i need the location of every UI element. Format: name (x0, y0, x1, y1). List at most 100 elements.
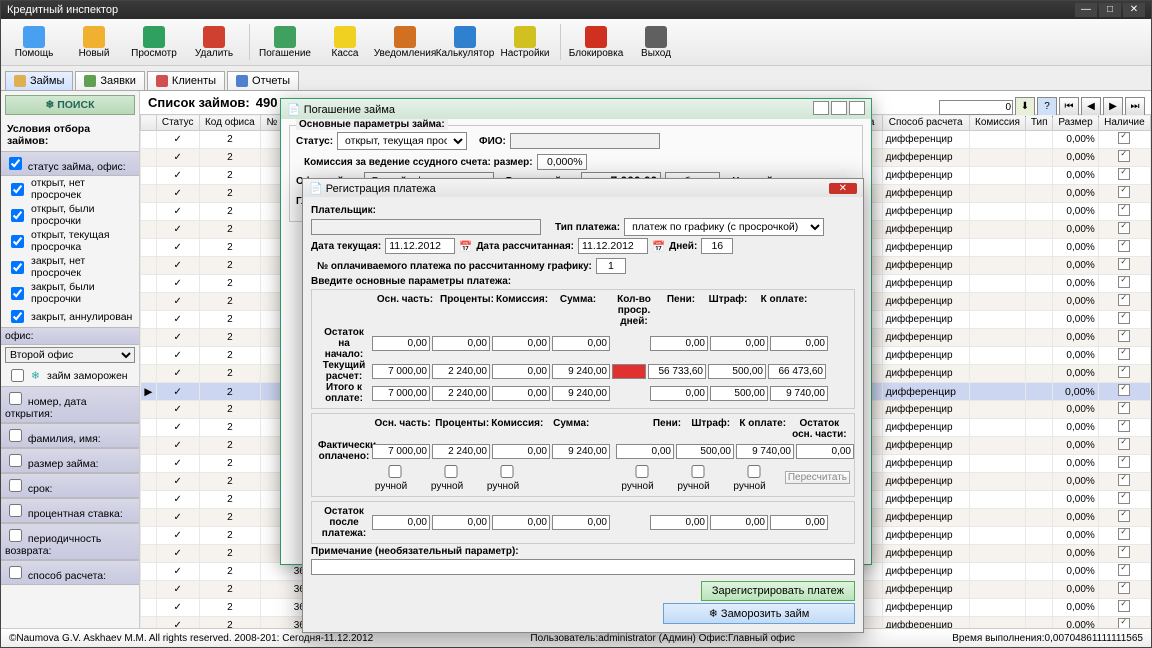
calc-field[interactable] (710, 336, 768, 351)
paid-field[interactable] (736, 444, 794, 459)
freeze-loan-button[interactable]: ❄ Заморозить займ (663, 603, 855, 624)
date-calc-field[interactable] (578, 238, 648, 254)
calc-field[interactable] (710, 515, 768, 530)
grid-header[interactable]: Статус (156, 115, 199, 131)
calc-field[interactable] (770, 336, 828, 351)
calc-field[interactable] (372, 364, 430, 379)
days-field[interactable] (701, 238, 733, 254)
commission-field[interactable] (537, 154, 587, 170)
calc-field[interactable] (650, 386, 708, 401)
calc-field[interactable] (432, 364, 490, 379)
filter-section[interactable]: срок: (1, 473, 139, 498)
calc-field[interactable] (492, 386, 550, 401)
calc-field[interactable] (432, 336, 490, 351)
search-button[interactable]: ❄ ПОИСК (5, 95, 135, 115)
maximize-icon[interactable]: □ (1099, 3, 1121, 17)
filter-group-status[interactable]: статус займа, офис: (1, 151, 139, 176)
calc-field[interactable] (552, 336, 610, 351)
note-field[interactable] (311, 559, 855, 575)
manual-check[interactable] (616, 465, 668, 478)
calc-field[interactable] (372, 336, 430, 351)
calc-field[interactable] (492, 364, 550, 379)
paid-field[interactable] (492, 444, 550, 459)
toolbar-Настройки[interactable]: Настройки (496, 23, 554, 62)
toolbar-Выход[interactable]: Выход (627, 23, 685, 62)
register-close-icon[interactable]: ✕ (829, 183, 857, 194)
filter-item[interactable]: закрыт, были просрочки (1, 280, 139, 306)
dlg-close-icon[interactable] (849, 101, 865, 115)
grid-header[interactable]: Тип (1026, 115, 1053, 131)
filter-item[interactable]: открыт, текущая просрочка (1, 228, 139, 254)
recalculate-button[interactable]: Пересчитать (785, 471, 850, 484)
paid-field[interactable] (552, 444, 610, 459)
calc-field[interactable] (770, 386, 828, 401)
calc-field[interactable] (710, 386, 768, 401)
dlg-maximize-icon[interactable] (831, 101, 847, 115)
frozen-filter[interactable]: ❄займ заморожен (1, 365, 139, 386)
calc-field[interactable] (552, 364, 610, 379)
toolbar-Просмотр[interactable]: Просмотр (125, 23, 183, 62)
calc-field[interactable] (372, 515, 430, 530)
filter-section[interactable]: способ расчета: (1, 560, 139, 585)
manual-check[interactable] (672, 465, 724, 478)
register-payment-button[interactable]: Зарегистрировать платеж (701, 581, 855, 601)
calc-field[interactable] (552, 515, 610, 530)
tab-Клиенты[interactable]: Клиенты (147, 71, 225, 90)
minimize-icon[interactable]: — (1075, 3, 1097, 17)
status-select[interactable]: открыт, текущая просрочка (337, 132, 467, 150)
late-days-field[interactable] (612, 364, 646, 379)
filter-item[interactable]: открыт, нет просрочек (1, 176, 139, 202)
calc-field[interactable] (492, 515, 550, 530)
paid-field[interactable] (796, 444, 854, 459)
tab-Заявки[interactable]: Заявки (75, 71, 145, 90)
paid-field[interactable] (432, 444, 490, 459)
calc-field[interactable] (432, 386, 490, 401)
filter-item[interactable]: закрыт, нет просрочек (1, 254, 139, 280)
calc-field[interactable] (770, 515, 828, 530)
grid-header[interactable]: Способ расчета (882, 115, 969, 131)
paid-field[interactable] (372, 444, 430, 459)
calc-field[interactable] (650, 336, 708, 351)
toolbar-Касса[interactable]: Касса (316, 23, 374, 62)
grid-header[interactable]: Код офиса (199, 115, 261, 131)
toolbar-Помощь[interactable]: Помощь (5, 23, 63, 62)
date-current-field[interactable] (385, 238, 455, 254)
filter-section[interactable]: номер, дата открытия: (1, 386, 139, 423)
filter-section[interactable]: фамилия, имя: (1, 423, 139, 448)
close-icon[interactable]: ✕ (1123, 3, 1145, 17)
calc-field[interactable] (492, 336, 550, 351)
manual-check[interactable] (425, 465, 477, 478)
manual-check[interactable] (369, 465, 421, 478)
filter-status-toggle[interactable] (9, 157, 22, 170)
grid-header[interactable]: Комиссия (969, 115, 1026, 131)
nav-index[interactable] (939, 100, 1013, 115)
calc-field[interactable] (552, 386, 610, 401)
paid-field[interactable] (616, 444, 674, 459)
calc-field[interactable] (648, 364, 706, 379)
filter-section[interactable]: периодичность возврата: (1, 523, 139, 560)
toolbar-Блокировка[interactable]: Блокировка (567, 23, 625, 62)
calc-field[interactable] (650, 515, 708, 530)
dlg-minimize-icon[interactable] (813, 101, 829, 115)
calendar-icon[interactable]: 📅 (459, 240, 472, 253)
manual-check[interactable] (728, 465, 780, 478)
calc-field[interactable] (372, 386, 430, 401)
schedule-no-field[interactable] (596, 258, 626, 274)
grid-header[interactable] (141, 115, 157, 131)
filter-item[interactable]: закрыт, аннулирован (1, 306, 139, 327)
calc-field[interactable] (432, 515, 490, 530)
toolbar-Новый[interactable]: Новый (65, 23, 123, 62)
toolbar-Удалить[interactable]: Удалить (185, 23, 243, 62)
toolbar-Уведомления[interactable]: Уведомления (376, 23, 434, 62)
filter-item[interactable]: открыт, были просрочки (1, 202, 139, 228)
calc-field[interactable] (708, 364, 766, 379)
calendar-icon[interactable]: 📅 (652, 240, 665, 253)
filter-section[interactable]: размер займа: (1, 448, 139, 473)
filter-section[interactable]: процентная ставка: (1, 498, 139, 523)
payment-type-select[interactable]: платеж по графику (с просрочкой) (624, 218, 824, 236)
toolbar-Калькулятор[interactable]: Калькулятор (436, 23, 494, 62)
office-select[interactable]: Второй офис (5, 347, 135, 363)
grid-header[interactable]: Размер (1053, 115, 1099, 131)
grid-header[interactable]: Наличие (1098, 115, 1150, 131)
calc-field[interactable] (768, 364, 826, 379)
